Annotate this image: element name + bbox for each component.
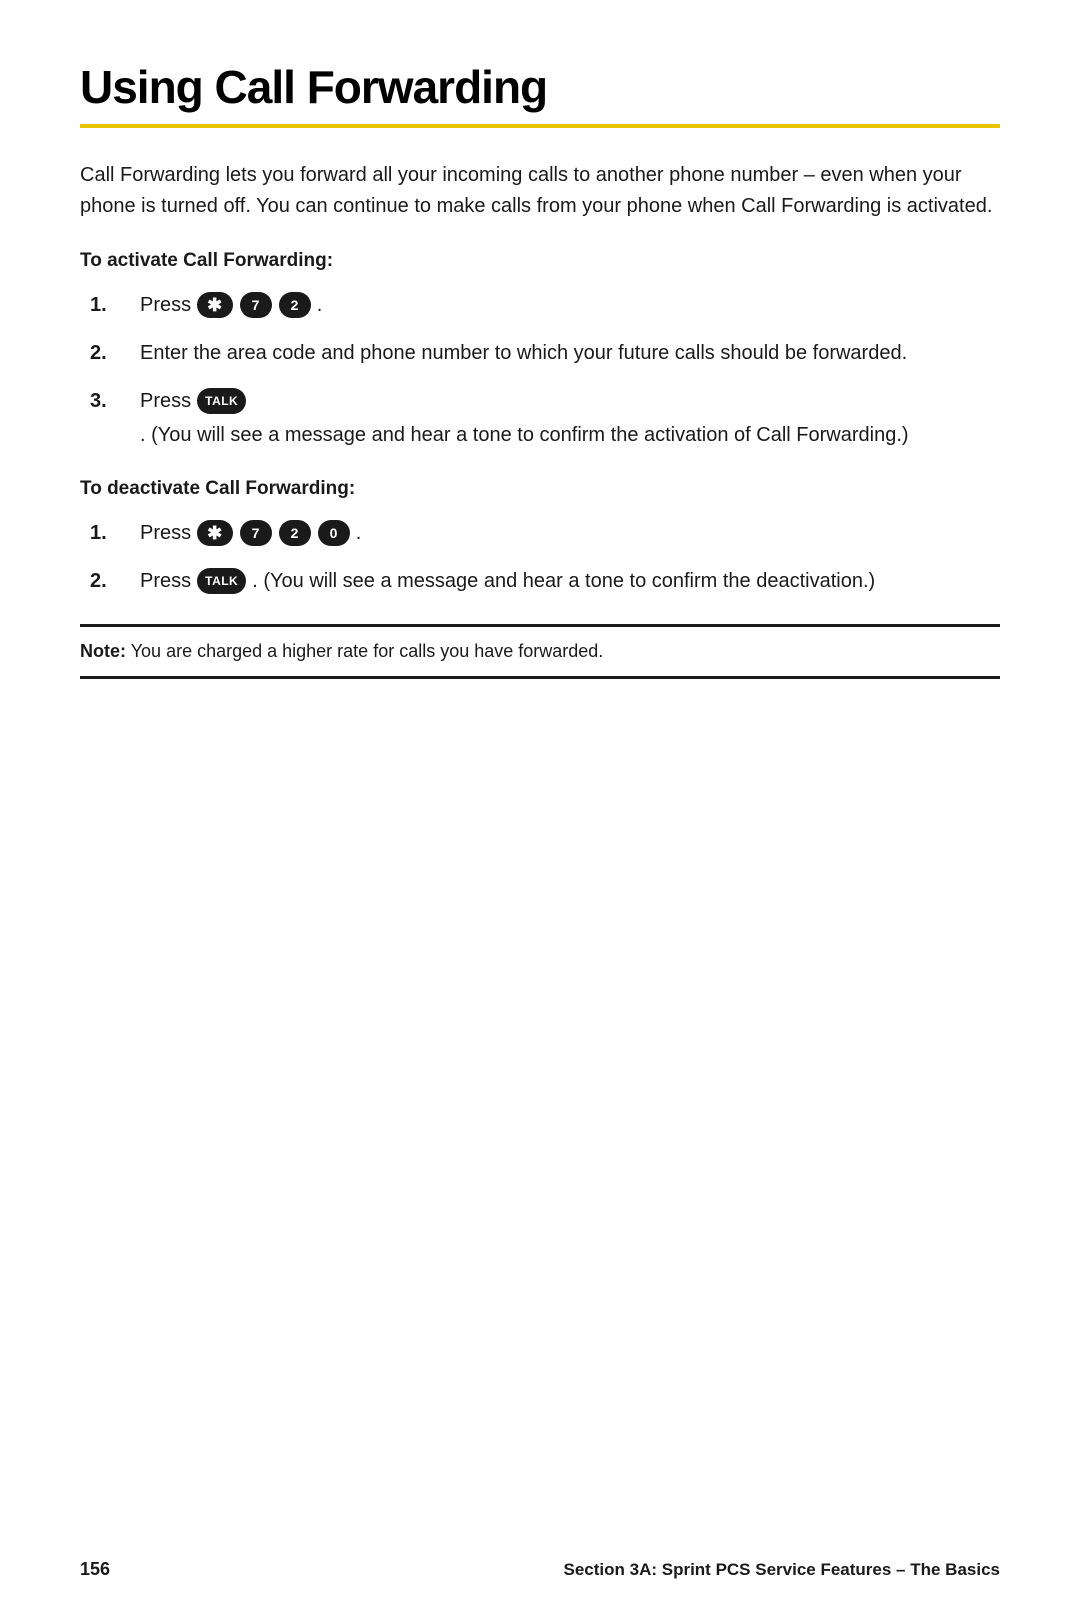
step-3-content: Press TALK . (You will see a message and… — [140, 386, 1000, 450]
title-underline — [80, 124, 1000, 128]
step-3-keys: TALK — [195, 388, 248, 414]
deactivate-step-2-press-label: Press — [140, 566, 191, 596]
footer-page-number: 156 — [80, 1559, 110, 1580]
key-2: 2 — [279, 292, 311, 318]
note-box: Note: You are charged a higher rate for … — [80, 624, 1000, 679]
step-3-text: . (You will see a message and hear a ton… — [140, 420, 909, 450]
deactivate-steps-list: 1. Press ✱ 7 2 0 . 2. Press TALK . (You … — [80, 518, 1000, 596]
step-3-press-label: Press — [140, 386, 191, 416]
step-1-content: Press ✱ 7 2 . — [140, 290, 1000, 320]
page-container: Using Call Forwarding Call Forwarding le… — [0, 0, 1080, 1620]
page-title: Using Call Forwarding — [80, 60, 1000, 114]
deactivate-step-1-press-label: Press — [140, 518, 191, 548]
key-talk-1: TALK — [197, 388, 246, 414]
step-2-content: Enter the area code and phone number to … — [140, 338, 1000, 368]
step-1-keys: ✱ 7 2 — [195, 292, 313, 318]
deactivate-step-2-content: Press TALK . (You will see a message and… — [140, 566, 1000, 596]
key-talk-2: TALK — [197, 568, 246, 594]
deactivate-step-1-keys: ✱ 7 2 0 — [195, 520, 352, 546]
note-label: Note: — [80, 641, 126, 661]
deactivate-step-1-period: . — [356, 518, 362, 548]
step-number-3: 3. — [90, 386, 140, 416]
deactivate-key-7: 7 — [240, 520, 272, 546]
deactivate-step-number-2: 2. — [90, 566, 140, 596]
activate-heading: To activate Call Forwarding: — [80, 250, 1000, 272]
note-text: You are charged a higher rate for calls … — [131, 641, 604, 661]
key-7: 7 — [240, 292, 272, 318]
deactivate-key-0: 0 — [318, 520, 350, 546]
activate-step-2: 2. Enter the area code and phone number … — [90, 338, 1000, 368]
deactivate-step-number-1: 1. — [90, 518, 140, 548]
page-footer: 156 Section 3A: Sprint PCS Service Featu… — [80, 1559, 1000, 1580]
key-star: ✱ — [197, 292, 233, 318]
deactivate-step-2-keys: TALK — [195, 568, 248, 594]
activate-step-1: 1. Press ✱ 7 2 . — [90, 290, 1000, 320]
step-1-period: . — [317, 290, 323, 320]
step-number-1: 1. — [90, 290, 140, 320]
deactivate-step-1: 1. Press ✱ 7 2 0 . — [90, 518, 1000, 548]
deactivate-heading: To deactivate Call Forwarding: — [80, 478, 1000, 500]
intro-paragraph: Call Forwarding lets you forward all you… — [80, 160, 1000, 222]
step-1-press-label: Press — [140, 290, 191, 320]
deactivate-step-1-content: Press ✱ 7 2 0 . — [140, 518, 1000, 548]
deactivate-key-star: ✱ — [197, 520, 233, 546]
deactivate-step-2-text: . (You will see a message and hear a ton… — [252, 566, 875, 596]
deactivate-step-2: 2. Press TALK . (You will see a message … — [90, 566, 1000, 596]
activate-step-3: 3. Press TALK . (You will see a message … — [90, 386, 1000, 450]
deactivate-key-2: 2 — [279, 520, 311, 546]
activate-steps-list: 1. Press ✱ 7 2 . 2. Enter the area code … — [80, 290, 1000, 450]
step-number-2: 2. — [90, 338, 140, 368]
footer-section-text: Section 3A: Sprint PCS Service Features … — [564, 1560, 1001, 1580]
